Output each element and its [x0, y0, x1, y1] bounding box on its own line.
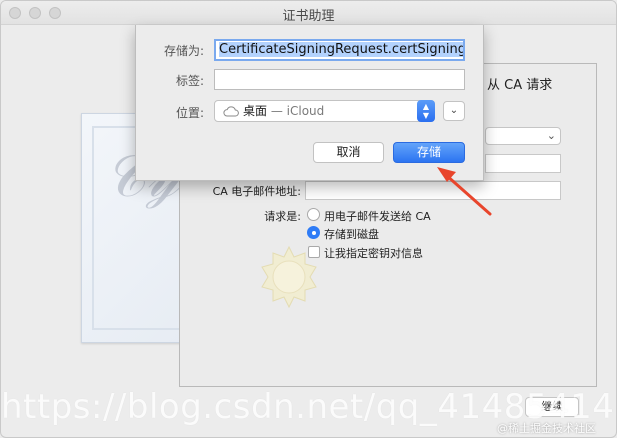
- juejin-watermark: @稀土掘金技术社区: [497, 422, 596, 435]
- ca-select-popup[interactable]: ⌄: [485, 127, 561, 145]
- ca-email-field[interactable]: [305, 181, 561, 200]
- chevron-down-icon: ⌄: [546, 129, 556, 142]
- save-to-disk-radio[interactable]: [307, 226, 320, 239]
- cloud-icon: [223, 106, 239, 117]
- chevron-down-icon: ⌄: [449, 105, 459, 116]
- tags-label: 标签:: [175, 74, 204, 88]
- save-sheet: 存储为: CertificateSigningRequest.certSigni…: [135, 25, 484, 181]
- window-title: 证书助理: [282, 9, 335, 24]
- tags-field[interactable]: [214, 69, 465, 90]
- request-is-label: 请求是:: [264, 210, 301, 223]
- title-bar: 证书助理: [1, 1, 616, 25]
- save-as-label: 存储为:: [163, 44, 204, 58]
- ca-email-label: CA 电子邮件地址:: [212, 185, 301, 198]
- updown-icon: ▲ ▼: [417, 100, 435, 122]
- save-as-field[interactable]: CertificateSigningRequest.certSigningRe: [214, 39, 465, 61]
- location-service: — iCloud: [270, 104, 325, 118]
- common-name-field[interactable]: [485, 154, 561, 173]
- form-heading-partial: 从 CA 请求: [487, 78, 553, 93]
- email-to-ca-label: 用电子邮件发送给 CA: [324, 210, 431, 223]
- save-as-value: CertificateSigningRequest.certSigningRe: [219, 42, 463, 57]
- save-button[interactable]: 存储: [393, 142, 465, 163]
- location-text: 桌面 — iCloud: [243, 101, 324, 121]
- save-to-disk-label: 存储到磁盘: [324, 228, 379, 241]
- email-to-ca-radio[interactable]: [307, 208, 320, 221]
- location-popup[interactable]: 桌面 — iCloud ▲ ▼: [214, 100, 435, 122]
- expand-dialog-button[interactable]: ⌄: [443, 101, 465, 121]
- specify-key-pair-checkbox[interactable]: [308, 246, 320, 258]
- cancel-button[interactable]: 取消: [313, 142, 384, 163]
- certificate-assistant-window: 证书助理 𝒞𝓎 从 CA 请求 ⌄ CA 电子邮件地址: 请求是: 用电子邮件发…: [0, 0, 617, 438]
- location-label: 位置:: [175, 106, 204, 120]
- specify-key-pair-label: 让我指定密钥对信息: [324, 247, 423, 260]
- location-value: 桌面: [243, 104, 268, 118]
